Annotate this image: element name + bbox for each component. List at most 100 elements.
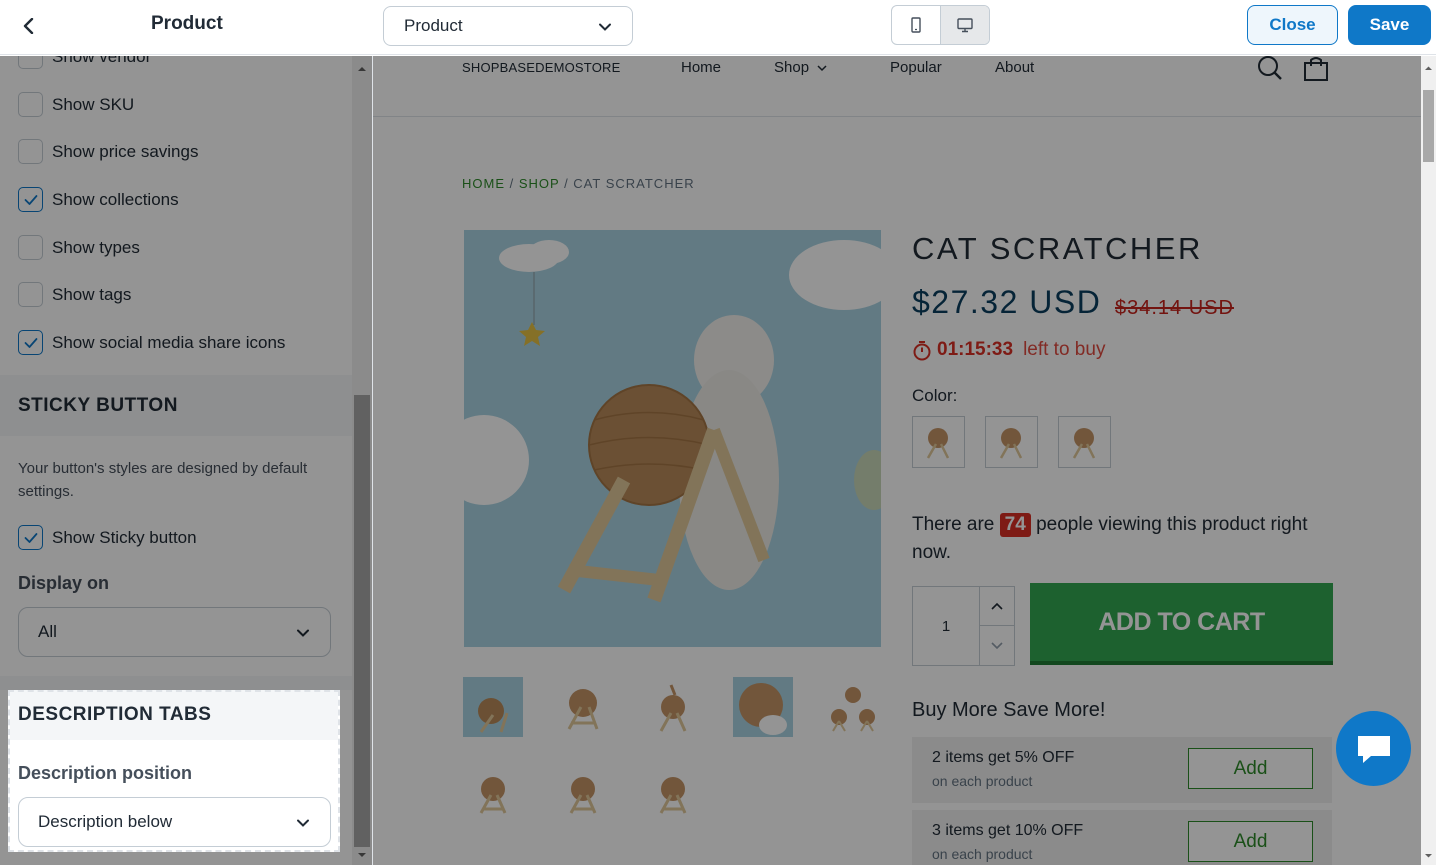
page-type-select-value: Product — [404, 16, 463, 35]
offer-subtitle: on each product — [932, 846, 1033, 862]
chevron-down-icon — [817, 64, 827, 71]
save-button[interactable]: Save — [1348, 5, 1431, 45]
checkbox-label: Show SKU — [52, 94, 135, 114]
sticky-button-heading: STICKY BUTTON — [0, 375, 352, 436]
checkbox-label: Show types — [52, 237, 140, 257]
show-collections-checkbox[interactable]: Show collections — [18, 187, 179, 212]
desktop-view-button[interactable] — [940, 6, 989, 44]
color-option-label: Color: — [912, 386, 958, 405]
section-divider — [0, 676, 352, 690]
settings-sidebar: Show vendor Show SKU Show price savings … — [0, 56, 352, 865]
show-vendor-checkbox[interactable]: Show vendor — [18, 56, 151, 69]
cart-bag-icon[interactable] — [1302, 56, 1330, 82]
checkbox-label: Show Sticky button — [52, 527, 197, 547]
display-on-select[interactable]: All — [18, 607, 331, 657]
offer-add-button[interactable]: Add — [1188, 748, 1313, 789]
color-swatch[interactable] — [912, 416, 965, 468]
timer-suffix: left to buy — [1023, 339, 1106, 360]
chat-widget-button[interactable] — [1336, 711, 1411, 786]
product-thumbnail[interactable] — [463, 677, 523, 737]
countdown-timer: 01:15:33 left to buy — [912, 339, 1105, 361]
checkmark-icon — [24, 194, 37, 205]
breadcrumb-home[interactable]: HOME — [462, 176, 505, 191]
page-type-select[interactable]: Product — [383, 6, 633, 46]
checkbox-box — [18, 235, 43, 260]
color-swatch[interactable] — [1058, 416, 1111, 468]
offer-title: 2 items get 5% OFF — [932, 749, 1075, 766]
scroll-down-arrow-icon[interactable] — [1424, 851, 1433, 860]
checkbox-box — [18, 330, 43, 355]
show-tags-checkbox[interactable]: Show tags — [18, 282, 131, 307]
add-to-cart-button[interactable]: ADD TO CART — [1030, 583, 1333, 665]
top-bar: Product Product Close Save — [0, 0, 1436, 55]
checkbox-label: Show social media share icons — [52, 332, 286, 352]
chevron-up-icon — [991, 602, 1003, 610]
product-thumbnail[interactable] — [643, 677, 703, 737]
color-swatch[interactable] — [985, 416, 1038, 468]
store-preview: SHOPBASEDEMOSTORE Home Shop Popular Abou… — [372, 56, 1421, 865]
nav-shop[interactable]: Shop — [774, 59, 827, 76]
nav-home[interactable]: Home — [681, 59, 721, 76]
quantity-increase-button[interactable] — [980, 587, 1014, 626]
breadcrumb-current: CAT SCRATCHER — [573, 176, 695, 191]
swatch-image — [999, 428, 1023, 459]
sticky-helper-text: Your button's styles are designed by def… — [18, 460, 308, 500]
checkmark-icon — [24, 532, 37, 543]
show-price-savings-checkbox[interactable]: Show price savings — [18, 139, 198, 164]
sidebar-scrollbar[interactable] — [352, 56, 372, 865]
header-divider — [373, 116, 1421, 117]
panel-title: Product — [151, 13, 223, 34]
product-thumbnail[interactable] — [553, 677, 613, 737]
breadcrumb-shop[interactable]: SHOP — [519, 176, 560, 191]
scroll-up-arrow-icon[interactable] — [357, 64, 367, 74]
nav-label: Shop — [774, 59, 810, 76]
desktop-icon — [957, 18, 973, 33]
timer-value: 01:15:33 — [937, 339, 1014, 360]
show-sku-checkbox[interactable]: Show SKU — [18, 92, 134, 117]
swatch-image — [1072, 428, 1096, 459]
mobile-icon — [911, 17, 921, 33]
quantity-input[interactable]: 1 — [913, 587, 980, 665]
show-sticky-button-checkbox[interactable]: Show Sticky button — [18, 525, 197, 550]
close-button[interactable]: Close — [1247, 5, 1338, 45]
swatch-image — [926, 428, 950, 459]
scroll-down-arrow-icon[interactable] — [357, 850, 367, 860]
product-thumbnail[interactable] — [643, 765, 703, 825]
scrollbar-thumb[interactable] — [354, 395, 370, 847]
scrollbar-thumb[interactable] — [1423, 90, 1434, 162]
store-logo[interactable]: SHOPBASEDEMOSTORE — [462, 60, 620, 75]
sidebar-dim-overlay-bottom — [8, 852, 340, 865]
back-arrow-icon[interactable] — [18, 14, 40, 38]
bundle-offer-row: 2 items get 5% OFF on each product Add — [912, 737, 1332, 803]
mobile-view-button[interactable] — [892, 6, 940, 44]
checkbox-box — [18, 139, 43, 164]
offer-subtitle: on each product — [932, 773, 1033, 789]
nav-popular[interactable]: Popular — [890, 59, 942, 76]
product-thumbnail[interactable] — [733, 677, 793, 737]
chat-bubble-icon — [1357, 735, 1390, 763]
preview-scrollbar[interactable] — [1421, 56, 1436, 865]
quantity-decrease-button[interactable] — [980, 626, 1014, 665]
viewers-text-before: There are — [912, 514, 1000, 535]
checkmark-icon — [24, 337, 37, 348]
display-on-value: All — [38, 622, 57, 641]
bundle-offer-row: 3 items get 10% OFF on each product Add — [912, 810, 1332, 865]
product-thumbnail[interactable] — [463, 765, 523, 825]
show-types-checkbox[interactable]: Show types — [18, 235, 140, 260]
breadcrumb-separator: / — [505, 176, 519, 191]
product-thumbnail[interactable] — [823, 677, 883, 737]
viewers-count-badge: 74 — [999, 513, 1031, 537]
chevron-down-icon — [297, 629, 309, 637]
scroll-up-arrow-icon[interactable] — [1424, 64, 1433, 73]
offer-add-button[interactable]: Add — [1188, 821, 1313, 862]
breadcrumb: HOME / SHOP / CAT SCRATCHER — [462, 176, 695, 191]
checkbox-label: Show tags — [52, 284, 132, 304]
search-icon[interactable] — [1256, 56, 1284, 82]
product-thumbnail[interactable] — [553, 765, 613, 825]
product-main-image[interactable] — [464, 230, 881, 647]
compare-at-price: $34.14 USD — [1115, 297, 1234, 319]
checkbox-box — [18, 56, 43, 69]
nav-about[interactable]: About — [995, 59, 1034, 76]
checkbox-box — [18, 187, 43, 212]
show-social-share-checkbox[interactable]: Show social media share icons — [18, 330, 285, 355]
